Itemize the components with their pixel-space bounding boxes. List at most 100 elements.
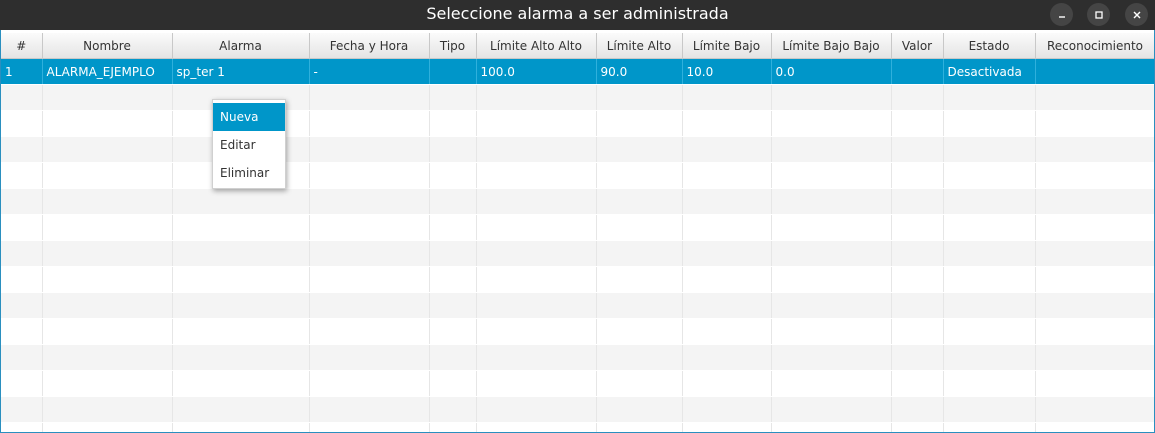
empty-cell bbox=[1, 292, 43, 319]
empty-cell bbox=[309, 188, 430, 215]
empty-cell bbox=[943, 214, 1036, 241]
empty-cell bbox=[771, 396, 892, 423]
empty-cell bbox=[309, 422, 430, 432]
column-header-limite-bajo-bajo[interactable]: Límite Bajo Bajo bbox=[771, 33, 892, 59]
empty-cell bbox=[476, 396, 597, 423]
empty-cell bbox=[429, 292, 477, 319]
empty-cell bbox=[1, 396, 43, 423]
empty-table-row bbox=[1, 344, 1154, 371]
empty-cell bbox=[596, 162, 683, 189]
empty-cell bbox=[1, 266, 43, 293]
empty-cell bbox=[771, 266, 892, 293]
empty-cell bbox=[429, 240, 477, 267]
empty-cell bbox=[596, 292, 683, 319]
empty-table-row bbox=[1, 318, 1154, 345]
empty-cell bbox=[309, 240, 430, 267]
empty-cell bbox=[682, 422, 772, 432]
empty-cell bbox=[682, 214, 772, 241]
empty-cell bbox=[172, 240, 310, 267]
empty-cell bbox=[596, 266, 683, 293]
empty-cell bbox=[476, 162, 597, 189]
empty-cell bbox=[42, 396, 173, 423]
minimize-icon bbox=[1058, 15, 1065, 18]
cell-estado[interactable]: Desactivada bbox=[943, 58, 1036, 85]
empty-cell bbox=[1035, 344, 1154, 371]
cell-limite-bajo[interactable]: 10.0 bbox=[682, 58, 772, 85]
empty-cell bbox=[891, 318, 944, 345]
cell-limite-bajo-bajo[interactable]: 0.0 bbox=[771, 58, 892, 85]
empty-cell bbox=[1035, 422, 1154, 432]
empty-cell bbox=[943, 318, 1036, 345]
empty-cell bbox=[42, 266, 173, 293]
column-header-nombre[interactable]: Nombre bbox=[42, 33, 173, 59]
column-header-fecha-hora[interactable]: Fecha y Hora bbox=[309, 33, 430, 59]
menu-item-nueva[interactable]: Nueva bbox=[213, 103, 285, 131]
empty-cell bbox=[771, 214, 892, 241]
empty-cell bbox=[596, 240, 683, 267]
empty-cell bbox=[596, 396, 683, 423]
column-header-limite-alto-alto[interactable]: Límite Alto Alto bbox=[476, 33, 597, 59]
empty-table-row bbox=[1, 214, 1154, 241]
empty-cell bbox=[476, 110, 597, 137]
empty-cell bbox=[596, 344, 683, 371]
column-header-valor[interactable]: Valor bbox=[891, 33, 944, 59]
close-button[interactable] bbox=[1125, 3, 1148, 26]
empty-cell bbox=[1, 136, 43, 163]
maximize-button[interactable] bbox=[1087, 3, 1110, 26]
empty-cell bbox=[1, 240, 43, 267]
empty-cell bbox=[42, 370, 173, 397]
cell-limite-alto-alto[interactable]: 100.0 bbox=[476, 58, 597, 85]
empty-table-row bbox=[1, 84, 1154, 111]
empty-cell bbox=[476, 214, 597, 241]
column-header-limite-alto[interactable]: Límite Alto bbox=[596, 33, 683, 59]
table-frame: # Nombre Alarma Fecha y Hora Tipo Límite Alto… bbox=[0, 30, 1155, 433]
cell-index[interactable]: 1 bbox=[1, 58, 43, 85]
empty-cell bbox=[943, 136, 1036, 163]
menu-item-editar[interactable]: Editar bbox=[213, 131, 285, 159]
column-header-index[interactable]: # bbox=[1, 33, 43, 59]
empty-cell bbox=[1, 422, 43, 432]
empty-cell bbox=[771, 188, 892, 215]
column-header-reconocimiento[interactable]: Reconocimiento bbox=[1035, 33, 1154, 59]
empty-cell bbox=[429, 110, 477, 137]
empty-cell bbox=[42, 318, 173, 345]
cell-tipo[interactable] bbox=[429, 58, 477, 85]
empty-cell bbox=[476, 136, 597, 163]
context-menu: Nueva Editar Eliminar bbox=[212, 99, 286, 189]
cell-reconocimiento[interactable] bbox=[1035, 58, 1154, 85]
cell-nombre[interactable]: ALARMA_EJEMPLO bbox=[42, 58, 173, 85]
empty-cell bbox=[682, 292, 772, 319]
empty-cell bbox=[682, 396, 772, 423]
table-row[interactable]: 1 ALARMA_EJEMPLO sp_ter 1- 100.0 90.0 10.0 0.0… bbox=[1, 58, 1154, 85]
empty-cell bbox=[476, 240, 597, 267]
empty-cell bbox=[943, 344, 1036, 371]
cell-valor[interactable] bbox=[891, 58, 944, 85]
column-header-limite-bajo[interactable]: Límite Bajo bbox=[682, 33, 772, 59]
empty-cell bbox=[172, 266, 310, 293]
menu-item-eliminar[interactable]: Eliminar bbox=[213, 159, 285, 187]
empty-cell bbox=[1, 344, 43, 371]
empty-cell bbox=[943, 370, 1036, 397]
column-header-estado[interactable]: Estado bbox=[943, 33, 1036, 59]
empty-cell bbox=[1, 370, 43, 397]
cell-fecha-hora[interactable]: - bbox=[309, 58, 430, 85]
empty-cell bbox=[429, 422, 477, 432]
empty-cell bbox=[476, 292, 597, 319]
empty-cell bbox=[309, 396, 430, 423]
empty-cell bbox=[309, 292, 430, 319]
cell-limite-alto[interactable]: 90.0 bbox=[596, 58, 683, 85]
empty-cell bbox=[891, 136, 944, 163]
cell-alarma[interactable]: sp_ter 1 bbox=[172, 58, 310, 85]
empty-cell bbox=[42, 240, 173, 267]
window-titlebar: Seleccione alarma a ser administrada bbox=[0, 0, 1155, 30]
column-header-alarma[interactable]: Alarma bbox=[172, 33, 310, 59]
empty-cell bbox=[429, 162, 477, 189]
empty-cell bbox=[771, 84, 892, 111]
minimize-button[interactable] bbox=[1050, 3, 1073, 26]
empty-cell bbox=[682, 266, 772, 293]
empty-cell bbox=[891, 266, 944, 293]
empty-cell bbox=[309, 370, 430, 397]
empty-cell bbox=[1035, 292, 1154, 319]
column-header-tipo[interactable]: Tipo bbox=[429, 33, 477, 59]
empty-cell bbox=[771, 292, 892, 319]
